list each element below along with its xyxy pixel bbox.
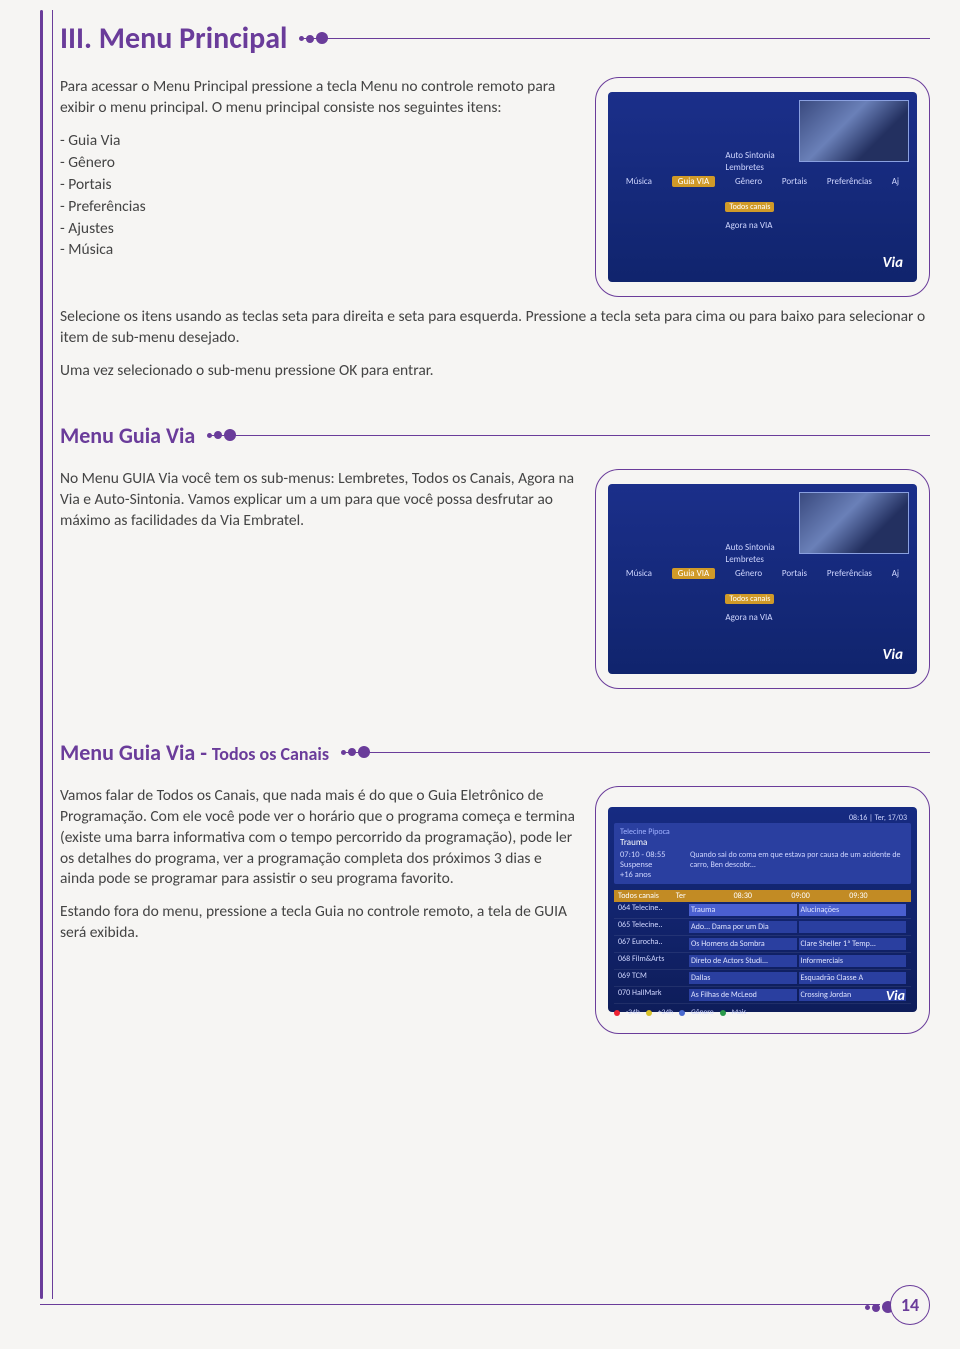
tv-menu-hrow: Música Guia VIA Gênero Portais Preferênc…	[608, 568, 917, 579]
page-left-border-thin	[52, 10, 53, 1299]
epg-head-t1: 08:30	[734, 891, 792, 901]
tv-menu-todos-canais: Todos canais	[725, 202, 774, 212]
epg-channel: Telecine Pipoca	[620, 827, 905, 837]
tv-menu-portais: Portais	[782, 568, 807, 579]
list-item: - Gênero	[60, 153, 577, 174]
section1-list: - Guia Via - Gênero - Portais - Preferên…	[60, 131, 577, 262]
tv-menu-lembretes: Lembretes	[725, 162, 764, 173]
section1-row: Para acessar o Menu Principal pressione …	[60, 77, 930, 297]
page-left-border-thick	[40, 10, 43, 1299]
via-logo: Via	[883, 646, 903, 664]
tv-menu-musica: Música	[626, 568, 652, 579]
epg-grid-header: Todos canais Ter 08:30 09:00 09:30	[614, 890, 911, 902]
heading-line	[301, 38, 930, 39]
section1-intro: Para acessar o Menu Principal pressione …	[60, 77, 577, 119]
section-menu-guia-via: Menu Guia Via No Menu GUIA Via você tem …	[60, 422, 930, 689]
epg-screenshot: 08:16 | Ter, 17/03 Telecine Pipoca Traum…	[608, 807, 917, 1012]
heading-prefix: Menu Guia Via -	[60, 739, 212, 766]
section-todos-os-canais: Menu Guia Via - Todos os Canais Vamos fa…	[60, 739, 930, 1034]
epg-row: 064 Telecine..TraumaAlucinações	[614, 902, 911, 919]
tv-menu-screenshot-2: Auto Sintonia Lembretes Música Guia VIA …	[608, 484, 917, 674]
heading-dots	[299, 32, 328, 44]
epg-row: 069 TCMDallasEsquadrão Classe A	[614, 970, 911, 987]
heading-dots	[207, 429, 236, 441]
via-logo: Via	[883, 254, 903, 272]
epg-head-ch: Todos canais	[618, 891, 676, 901]
tv-menu-todos-canais: Todos canais	[725, 594, 774, 604]
section1-p3: Uma vez selecionado o sub-menu pressione…	[60, 361, 930, 382]
tv-menu-agora-via: Agora na VIA	[725, 220, 772, 231]
tv-menu-guia-via: Guia VIA	[672, 176, 715, 187]
tv-video-thumb	[799, 100, 909, 162]
epg-head-t3: 09:30	[849, 891, 907, 901]
tv-menu-preferencias: Preferências	[827, 176, 872, 187]
tv-menu-screenshot: Auto Sintonia Lembretes Música Guia VIA …	[608, 92, 917, 282]
list-item: - Preferências	[60, 197, 577, 218]
epg-rating2: +16 anos	[620, 870, 680, 880]
screenshot-frame-2: Auto Sintonia Lembretes Música Guia VIA …	[595, 469, 930, 689]
section2-row: No Menu GUIA Via você tem os sub-menus: …	[60, 469, 930, 689]
epg-row: 070 HallMarkAs Filhas de McLeodCrossing …	[614, 987, 911, 1004]
tv-menu-ajustes: Aj	[892, 568, 899, 579]
tv-menu-preferencias: Preferências	[827, 568, 872, 579]
tv-menu-auto-sintonia: Auto Sintonia	[725, 542, 774, 553]
heading-todos-canais: Menu Guia Via - Todos os Canais	[60, 739, 329, 766]
heading-row: Menu Guia Via	[60, 422, 930, 449]
section1-text: Para acessar o Menu Principal pressione …	[60, 77, 577, 275]
heading-guia-via: Menu Guia Via	[60, 422, 195, 449]
section3-p2: Estando fora do menu, pressione a tecla …	[60, 902, 577, 944]
heading-row: Menu Guia Via - Todos os Canais	[60, 739, 930, 766]
tv-menu-genero: Gênero	[735, 568, 762, 579]
epg-row: 065 Telecine..Ado... Dama por um Dia	[614, 919, 911, 936]
tv-menu-hrow: Música Guia VIA Gênero Portais Preferênc…	[608, 176, 917, 187]
epg-desc: Quando sai do coma em que estava por cau…	[690, 850, 905, 880]
tv-menu-lembretes: Lembretes	[725, 554, 764, 565]
tv-menu-auto-sintonia: Auto Sintonia	[725, 150, 774, 161]
list-item: - Música	[60, 240, 577, 261]
section3-text: Vamos falar de Todos os Canais, que nada…	[60, 786, 577, 956]
section3-row: Vamos falar de Todos os Canais, que nada…	[60, 786, 930, 1034]
epg-head-t2: 09:00	[791, 891, 849, 901]
heading-row: III. Menu Principal	[60, 20, 930, 57]
section-menu-principal: III. Menu Principal Para acessar o Menu …	[60, 20, 930, 382]
screenshot-frame-3: 08:16 | Ter, 17/03 Telecine Pipoca Traum…	[595, 786, 930, 1034]
tv-menu-musica: Música	[626, 176, 652, 187]
tv-menu-ajustes: Aj	[892, 176, 899, 187]
section2-text: No Menu GUIA Via você tem os sub-menus: …	[60, 469, 577, 544]
section2-p1: No Menu GUIA Via você tem os sub-menus: …	[60, 469, 577, 532]
tv-menu-portais: Portais	[782, 176, 807, 187]
section1-after: Selecione os itens usando as teclas seta…	[60, 307, 930, 382]
epg-time: 07:10 - 08:55	[620, 850, 680, 860]
epg-rating1: Suspense	[620, 860, 680, 870]
heading-suffix: Todos os Canais	[212, 743, 329, 765]
page-number-badge: 14	[890, 1285, 930, 1325]
section3-p1: Vamos falar de Todos os Canais, que nada…	[60, 786, 577, 891]
screenshot-frame-1: Auto Sintonia Lembretes Música Guia VIA …	[595, 77, 930, 297]
epg-prog-title: Trauma	[620, 837, 905, 848]
tv-menu-agora-via: Agora na VIA	[725, 612, 772, 623]
tv-menu-genero: Gênero	[735, 176, 762, 187]
heading-menu-principal: III. Menu Principal	[60, 20, 287, 57]
epg-info-box: Telecine Pipoca Trauma 07:10 - 08:55 Sus…	[614, 823, 911, 884]
heading-line	[209, 435, 930, 436]
heading-line	[343, 752, 930, 753]
tv-menu-guia-via: Guia VIA	[672, 568, 715, 579]
tv-video-thumb	[799, 492, 909, 554]
list-item: - Portais	[60, 175, 577, 196]
epg-row: 068 Film&ArtsDireto de Actors Studi...In…	[614, 953, 911, 970]
epg-row: 067 Eurocha..Os Homens da SombraClare Sh…	[614, 936, 911, 953]
via-logo: Via	[886, 987, 905, 1004]
list-item: - Ajustes	[60, 219, 577, 240]
section1-p2: Selecione os itens usando as teclas seta…	[60, 307, 930, 349]
epg-clock: 08:16 | Ter, 17/03	[849, 813, 907, 823]
epg-head-day: Ter	[676, 891, 734, 901]
heading-dots	[341, 746, 370, 758]
epg-legend: -24h +24h Gênero Mais	[614, 1008, 911, 1017]
page-bottom-line	[40, 1304, 880, 1305]
list-item: - Guia Via	[60, 131, 577, 152]
